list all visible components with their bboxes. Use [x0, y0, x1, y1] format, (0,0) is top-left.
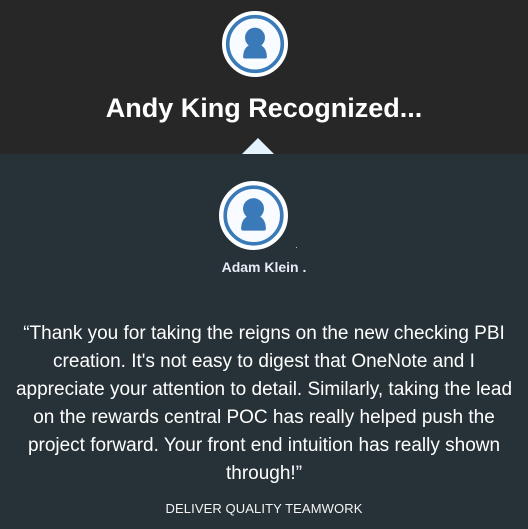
- message-line: project forward. Your front end intuitio…: [27, 435, 501, 456]
- recognition-title: Andy King Recognized...: [105, 93, 423, 123]
- recognizer-avatar: [222, 11, 288, 77]
- speech-pointer: [242, 138, 274, 154]
- message-line: creation. It's not easy to digest that O…: [53, 351, 475, 372]
- message-line: “Thank you for taking the reigns on the …: [23, 323, 505, 344]
- message-line: through!”: [225, 463, 303, 484]
- person-avatar-icon: [225, 14, 285, 74]
- sender-name: Adam Klein .: [221, 259, 307, 275]
- recognition-card: Andy King Recognized... · Adam Klein . “…: [0, 0, 528, 529]
- message-line: appreciate your attention to detail. Sim…: [15, 379, 513, 400]
- message-line: on the rewards central POC has really he…: [33, 407, 495, 428]
- recognition-header: Andy King Recognized...: [0, 0, 528, 154]
- recognition-message: “Thank you for taking the reigns on the …: [0, 320, 528, 488]
- recipient-mark: ·: [295, 243, 298, 252]
- avatar-head: [245, 27, 265, 48]
- recipient-avatar: [219, 181, 288, 250]
- recognition-values: DELIVER QUALITY TEAMWORK: [165, 501, 363, 516]
- avatar-head: [243, 198, 264, 220]
- person-avatar-icon: [222, 184, 285, 247]
